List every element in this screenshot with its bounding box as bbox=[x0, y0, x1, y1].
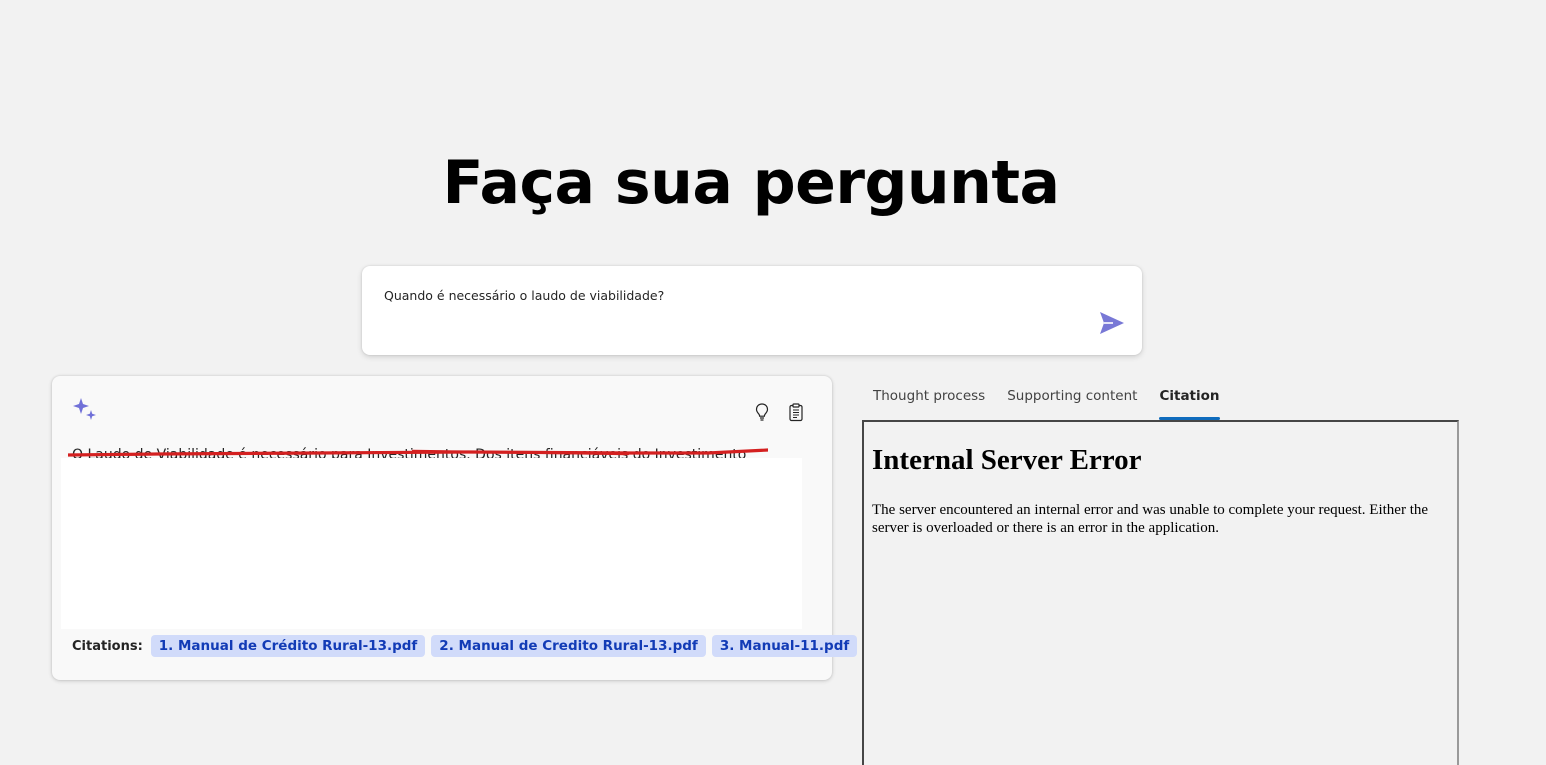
page: Faça sua pergunta Quando é necessário o … bbox=[0, 0, 1546, 765]
error-message: The server encountered an internal error… bbox=[872, 502, 1429, 536]
tab-supporting-content[interactable]: Supporting content bbox=[996, 380, 1148, 420]
citation-chip-2[interactable]: 2. Manual de Credito Rural-13.pdf bbox=[431, 635, 706, 657]
question-box bbox=[362, 266, 1142, 355]
citation-viewer[interactable]: Internal Server Error The server encount… bbox=[862, 420, 1459, 765]
question-input[interactable] bbox=[384, 288, 1064, 303]
sparkle-icon bbox=[72, 396, 98, 422]
redaction-block bbox=[61, 458, 802, 629]
supporting-content-button[interactable] bbox=[786, 402, 806, 422]
analysis-tabs: Thought process Supporting content Citat… bbox=[862, 380, 1231, 420]
tab-citation[interactable]: Citation bbox=[1148, 380, 1230, 420]
answer-card: O Laudo de Viabilidade é necessário para… bbox=[52, 376, 858, 680]
citation-chip-3[interactable]: 3. Manual-11.pdf bbox=[711, 635, 858, 657]
error-title: Internal Server Error bbox=[872, 444, 1142, 476]
citation-chip-1[interactable]: 1. Manual de Crédito Rural-13.pdf bbox=[150, 635, 426, 657]
citations-label: Citations: bbox=[72, 638, 143, 654]
thought-process-button[interactable] bbox=[752, 402, 772, 422]
citations-row: Citations: 1. Manual de Crédito Rural-13… bbox=[72, 635, 858, 657]
clipboard-icon bbox=[789, 403, 803, 422]
tab-thought-process[interactable]: Thought process bbox=[862, 380, 996, 420]
lightbulb-icon bbox=[755, 403, 769, 421]
page-title: Faça sua pergunta bbox=[442, 148, 1061, 218]
send-icon bbox=[1100, 312, 1124, 334]
send-button[interactable] bbox=[1098, 310, 1126, 336]
